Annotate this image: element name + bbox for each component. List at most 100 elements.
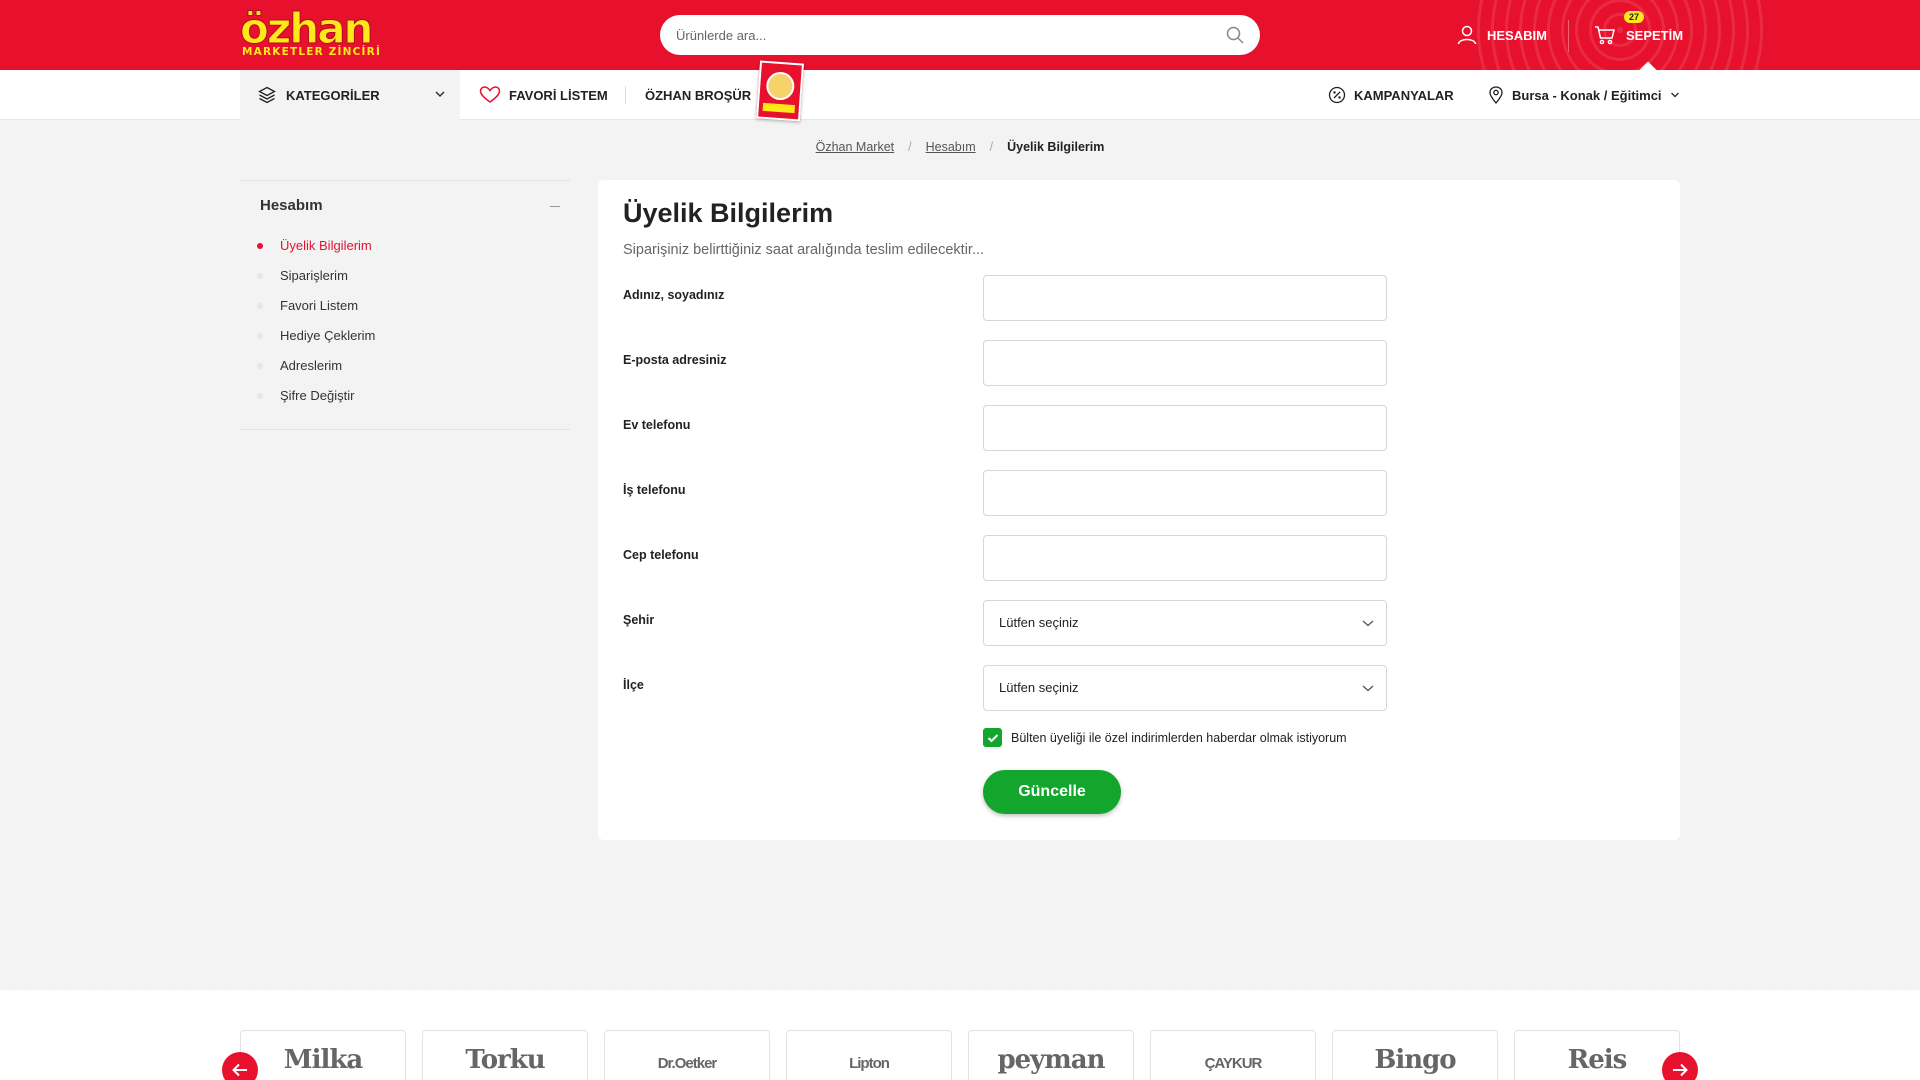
chevron-down-icon (1362, 685, 1374, 692)
breadcrumb-home[interactable]: Özhan Market (816, 140, 895, 154)
bullet-icon (257, 393, 263, 399)
district-select[interactable]: Lütfen seçiniz (983, 665, 1387, 711)
search-input[interactable] (676, 15, 1196, 55)
categories-button[interactable]: KATEGORİLER (240, 70, 460, 120)
sidebar-item-label: Adreslerim (280, 358, 343, 373)
brand-logo: Lipton (849, 1055, 890, 1072)
sidebar-item-addresses[interactable]: Adreslerim (240, 357, 570, 387)
bullet-icon (257, 363, 263, 369)
form-row-email: E-posta adresiniz (623, 340, 1387, 386)
discount-badge-icon (1328, 86, 1346, 104)
chevron-down-icon (1670, 92, 1679, 98)
account-link[interactable]: HESABIM (1457, 22, 1547, 48)
campaigns-link[interactable]: KAMPANYALAR (1328, 70, 1454, 120)
brochure-link[interactable]: ÖZHAN BROŞÜR (645, 70, 751, 120)
account-sidebar: Hesabım Üyelik Bilgilerim Siparişlerim F… (240, 180, 570, 430)
email-label: E-posta adresiniz (623, 353, 727, 367)
ozhan-logo[interactable]: özhan MARKETLER ZİNCİRİ (239, 5, 398, 58)
heart-icon (479, 86, 501, 103)
carousel-next-button[interactable] (1662, 1052, 1698, 1080)
location-selector[interactable]: Bursa - Konak / Eğitimci (1488, 70, 1688, 120)
fullname-field[interactable] (983, 275, 1387, 321)
location-pin-icon (1489, 86, 1503, 104)
brand-card[interactable]: Milka (240, 1030, 406, 1080)
district-label: İlçe (623, 678, 644, 692)
newsletter-checkbox[interactable] (983, 728, 1002, 747)
arrow-left-icon (232, 1063, 247, 1077)
sidebar-item-membership-info[interactable]: Üyelik Bilgilerim (240, 237, 570, 267)
brand-logo: Torku (465, 1045, 545, 1075)
brand-logo: Milka (283, 1045, 363, 1075)
collapse-icon[interactable] (550, 206, 560, 207)
cart-count-badge: 27 (1624, 11, 1645, 23)
breadcrumb-account[interactable]: Hesabım (926, 140, 976, 154)
cart-label: SEPETİM (1626, 27, 1684, 43)
sidebar-item-favorites[interactable]: Favori Listem (240, 297, 570, 327)
brand-card[interactable]: ÇAYKUR (1150, 1030, 1316, 1080)
sidebar-item-label: Siparişlerim (280, 268, 348, 283)
district-select-value: Lütfen seçiniz (999, 680, 1079, 695)
bullet-icon (257, 243, 263, 249)
bullet-icon (257, 333, 263, 339)
search-bar (660, 15, 1260, 55)
newsletter-option: Bülten üyeliği ile özel indirimlerden ha… (983, 728, 1347, 747)
cart-icon (1595, 26, 1615, 45)
form-row-mobile-phone: Cep telefonu (623, 535, 1387, 581)
sidebar-title: Hesabım (260, 197, 323, 214)
email-field[interactable] (983, 340, 1387, 386)
brand-logo: ÇAYKUR (1204, 1055, 1263, 1072)
sidebar-item-label: Üyelik Bilgilerim (280, 238, 372, 253)
sidebar-menu: Üyelik Bilgilerim Siparişlerim Favori Li… (240, 237, 570, 417)
brochure-thumbnail[interactable] (756, 60, 804, 122)
cart-link[interactable]: SEPETİM (1594, 22, 1683, 48)
sidebar-item-orders[interactable]: Siparişlerim (240, 267, 570, 297)
brand-carousel: Milka Torku Dr.Oetker Lipton peyman ÇAYK… (0, 984, 1920, 1080)
home-phone-label: Ev telefonu (623, 418, 691, 432)
account-label: HESABIM (1487, 27, 1547, 43)
top-header: özhan MARKETLER ZİNCİRİ HESABIM SEPETİM … (0, 0, 1920, 70)
city-label: Şehir (623, 613, 655, 627)
carousel-prev-button[interactable] (222, 1052, 258, 1080)
main-nav: KATEGORİLER FAVORİ LİSTEM ÖZHAN BROŞÜR K… (0, 70, 1920, 120)
checkmark-icon (987, 733, 998, 742)
layers-icon (258, 86, 276, 104)
bullet-icon (257, 303, 263, 309)
brand-card[interactable]: Reis (1514, 1030, 1680, 1080)
brand-card[interactable]: Dr.Oetker (604, 1030, 770, 1080)
home-phone-field[interactable] (983, 405, 1387, 451)
sidebar-item-change-password[interactable]: Şifre Değiştir (240, 387, 570, 417)
page-subtitle: Siparişiniz belirttiğiniz saat aralığınd… (623, 242, 985, 258)
footer-wave (0, 984, 1920, 992)
brand-card[interactable]: Torku (422, 1030, 588, 1080)
search-icon[interactable] (1226, 26, 1244, 44)
work-phone-field[interactable] (983, 470, 1387, 516)
sidebar-item-label: Favori Listem (280, 298, 359, 313)
breadcrumb-separator: / (908, 140, 912, 154)
logo-tagline: MARKETLER ZİNCİRİ (242, 46, 382, 58)
brand-logo: Bingo (1374, 1045, 1456, 1075)
sidebar-item-label: Hediye Çeklerim (280, 328, 376, 343)
bullet-icon (257, 273, 263, 279)
location-label: Bursa - Konak / Eğitimci (1512, 87, 1662, 103)
header-divider (1568, 20, 1569, 52)
page-title: Üyelik Bilgilerim (623, 198, 834, 228)
brand-card[interactable]: Bingo (1332, 1030, 1498, 1080)
favorites-link[interactable]: FAVORİ LİSTEM (479, 70, 608, 120)
user-icon (1457, 25, 1477, 45)
brochure-label: ÖZHAN BROŞÜR (645, 87, 752, 103)
fullname-label: Adınız, soyadınız (623, 288, 725, 302)
favorites-label: FAVORİ LİSTEM (509, 87, 608, 103)
form-row-fullname: Adınız, soyadınız (623, 275, 1387, 321)
mobile-phone-field[interactable] (983, 535, 1387, 581)
update-button[interactable]: Güncelle (983, 770, 1121, 814)
city-select[interactable]: Lütfen seçiniz (983, 600, 1387, 646)
brand-card[interactable]: peyman (968, 1030, 1134, 1080)
breadcrumb-current: Üyelik Bilgilerim (1007, 140, 1105, 154)
form-row-home-phone: Ev telefonu (623, 405, 1387, 451)
brand-card[interactable]: Lipton (786, 1030, 952, 1080)
sidebar-item-gift-vouchers[interactable]: Hediye Çeklerim (240, 327, 570, 357)
mobile-phone-label: Cep telefonu (623, 548, 699, 562)
nav-divider (625, 86, 626, 104)
newsletter-label: Bülten üyeliği ile özel indirimlerden ha… (1011, 730, 1347, 745)
chevron-down-icon (1362, 620, 1374, 627)
